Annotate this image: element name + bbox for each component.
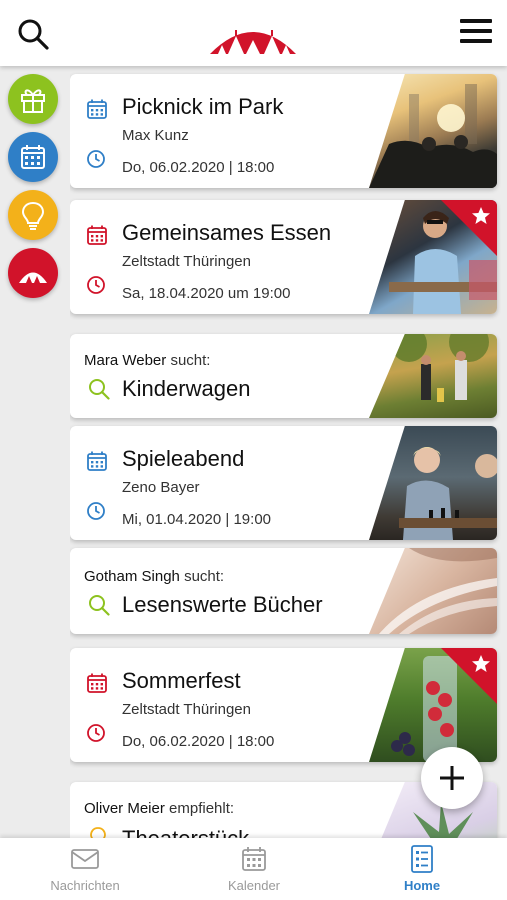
calendar-icon bbox=[21, 145, 45, 169]
search-icon[interactable] bbox=[16, 17, 50, 51]
clock-icon bbox=[87, 276, 105, 294]
clock-icon bbox=[87, 150, 105, 168]
add-button[interactable] bbox=[421, 747, 483, 809]
lightbulb-icon bbox=[90, 827, 106, 838]
plus-icon bbox=[440, 766, 464, 790]
star-icon bbox=[472, 207, 490, 224]
lightbulb-icon bbox=[21, 201, 45, 230]
bottom-navigation: Nachrichten Kalender Home bbox=[0, 838, 507, 900]
event-organizer: Zeltstadt Thüringen bbox=[122, 701, 251, 718]
nav-label: Nachrichten bbox=[50, 878, 120, 893]
star-icon bbox=[472, 655, 490, 672]
person-name: Mara Weber bbox=[84, 352, 167, 369]
search-icon bbox=[89, 595, 110, 616]
event-title: Gemeinsames Essen bbox=[122, 220, 332, 245]
calendar-icon bbox=[87, 673, 107, 693]
app-header bbox=[0, 0, 507, 66]
tent-rail-button[interactable] bbox=[8, 248, 58, 298]
event-card[interactable]: Sommerfest Zeltstadt Thüringen Do, 06.02… bbox=[70, 648, 497, 762]
nav-item-kalender[interactable]: Kalender bbox=[194, 844, 314, 893]
person-name: Gotham Singh bbox=[84, 568, 180, 585]
search-card[interactable]: Gotham Singh sucht: Lesenswerte Bücher bbox=[70, 548, 497, 634]
recommend-verb: empfiehlt: bbox=[169, 800, 235, 817]
search-title: Kinderwagen bbox=[122, 376, 251, 401]
clock-icon bbox=[87, 502, 105, 520]
event-card[interactable]: Picknick im Park Max Kunz Do, 06.02.2020… bbox=[70, 74, 497, 188]
search-person-line: Gotham Singh sucht: bbox=[84, 568, 224, 585]
event-date: Sa, 18.04.2020 um 19:00 bbox=[122, 285, 291, 302]
nav-item-nachrichten[interactable]: Nachrichten bbox=[25, 844, 145, 893]
calendar-icon bbox=[87, 99, 107, 119]
calendar-icon bbox=[87, 225, 107, 245]
search-icon bbox=[89, 379, 110, 400]
event-date: Do, 06.02.2020 | 18:00 bbox=[122, 733, 275, 750]
nav-item-home[interactable]: Home bbox=[362, 844, 482, 893]
nav-label: Home bbox=[403, 878, 441, 893]
search-title: Lesenswerte Bücher bbox=[122, 592, 323, 617]
feed-list[interactable]: Picknick im Park Max Kunz Do, 06.02.2020… bbox=[70, 66, 507, 838]
idea-rail-button[interactable] bbox=[8, 190, 58, 240]
hamburger-menu-icon[interactable] bbox=[458, 16, 494, 46]
event-image bbox=[369, 74, 497, 188]
search-verb: sucht: bbox=[184, 568, 225, 585]
event-title: Sommerfest bbox=[122, 668, 241, 693]
event-organizer: Zeno Bayer bbox=[122, 479, 200, 496]
search-image bbox=[369, 548, 497, 634]
tent-icon bbox=[19, 272, 47, 283]
home-list-icon bbox=[411, 845, 433, 873]
tent-logo-icon[interactable] bbox=[206, 14, 300, 56]
person-name: Oliver Meier bbox=[84, 800, 165, 817]
search-card[interactable]: Mara Weber sucht: Kinderwagen bbox=[70, 334, 497, 418]
gift-button[interactable] bbox=[8, 74, 58, 124]
event-date: Do, 06.02.2020 | 18:00 bbox=[122, 159, 275, 176]
clock-icon bbox=[87, 724, 105, 742]
gift-icon bbox=[21, 89, 45, 113]
calendar-icon bbox=[242, 847, 266, 871]
event-organizer: Zeltstadt Thüringen bbox=[122, 253, 251, 270]
calendar-icon bbox=[87, 451, 107, 471]
event-title: Spieleabend bbox=[122, 446, 245, 471]
event-card[interactable]: Spieleabend Zeno Bayer Mi, 01.04.2020 | … bbox=[70, 426, 497, 540]
nav-label: Kalender bbox=[227, 878, 281, 893]
search-image bbox=[369, 334, 497, 418]
recommend-person-line: Oliver Meier empfiehlt: bbox=[84, 800, 234, 817]
search-verb: sucht: bbox=[170, 352, 211, 369]
envelope-icon bbox=[71, 849, 99, 869]
calendar-rail-button[interactable] bbox=[8, 132, 58, 182]
event-image bbox=[369, 426, 497, 540]
event-card[interactable]: Gemeinsames Essen Zeltstadt Thüringen Sa… bbox=[70, 200, 497, 314]
event-organizer: Max Kunz bbox=[122, 127, 189, 144]
search-person-line: Mara Weber sucht: bbox=[84, 352, 210, 369]
recommend-title: Theaterstück bbox=[122, 826, 249, 838]
event-title: Picknick im Park bbox=[122, 94, 284, 119]
event-date: Mi, 01.04.2020 | 19:00 bbox=[122, 511, 272, 528]
